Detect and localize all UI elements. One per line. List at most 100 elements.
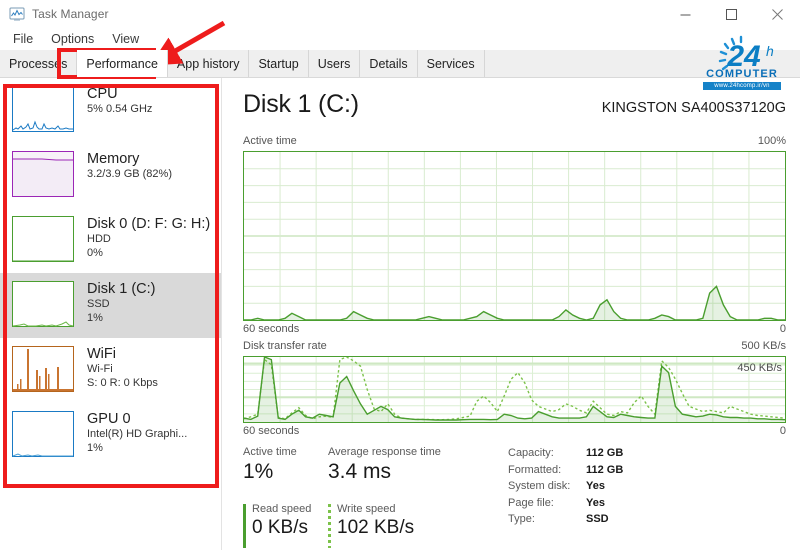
- tab-performance[interactable]: Performance: [77, 50, 168, 77]
- tab-app-history[interactable]: App history: [167, 50, 250, 77]
- disk1-mini-graph: [12, 281, 74, 327]
- sidebar-item-label: CPU: [87, 86, 118, 102]
- close-button[interactable]: [754, 0, 800, 28]
- sidebar-item-sub: Wi-Fi: [87, 363, 113, 375]
- transfer-rate-x-left: 60 seconds: [243, 425, 300, 437]
- sidebar-item-sub: HDD: [87, 233, 111, 245]
- sysinfo-key: Formatted:: [508, 463, 562, 476]
- resource-sidebar[interactable]: CPU 5% 0.54 GHz Memory 3.2/3.9 GB (82%): [0, 78, 222, 550]
- tab-users[interactable]: Users: [308, 50, 361, 77]
- sysinfo-key: Page file:: [508, 496, 554, 509]
- sysinfo-value: SSD: [586, 513, 609, 525]
- transfer-rate-chart: [243, 356, 786, 423]
- menu-item-options[interactable]: Options: [42, 32, 103, 46]
- sidebar-item-sub: Intel(R) HD Graphi...: [87, 428, 188, 440]
- sidebar-text-disk-1: Disk 1 (C:) SSD 1%: [87, 281, 155, 325]
- menu-bar: File Options View: [0, 28, 800, 50]
- stat-active-time-value: 1%: [243, 460, 274, 483]
- sidebar-item-label: WiFi: [87, 346, 116, 362]
- wifi-mini-graph: [12, 346, 74, 392]
- sidebar-item-label: GPU 0: [87, 411, 131, 427]
- menu-item-file[interactable]: File: [4, 32, 42, 46]
- tab-services[interactable]: Services: [417, 50, 485, 77]
- active-time-chart: [243, 151, 786, 321]
- window-controls: [662, 0, 800, 28]
- sysinfo-key: System disk:: [508, 480, 571, 492]
- stat-read-speed-label: Read speed: [252, 503, 312, 515]
- sysinfo-value: 112 GB: [586, 463, 624, 476]
- sysinfo-value: Yes: [586, 480, 605, 492]
- sidebar-item-label: Disk 1 (C:): [87, 281, 156, 297]
- stat-write-speed: Write speed 102 KB/s: [328, 502, 415, 548]
- active-time-chart-max: 100%: [757, 135, 786, 147]
- transfer-rate-x-right: 0: [779, 425, 786, 437]
- transfer-rate-inline-label: 450 KB/s: [737, 362, 782, 374]
- performance-page: CPU 5% 0.54 GHz Memory 3.2/3.9 GB (82%): [0, 78, 800, 550]
- sidebar-item-cpu[interactable]: CPU 5% 0.54 GHz: [0, 78, 221, 143]
- stat-response-time-label: Average response time: [328, 446, 441, 458]
- sidebar-item-memory[interactable]: Memory 3.2/3.9 GB (82%): [0, 143, 221, 208]
- disk-model: KINGSTON SA400S37120G: [601, 100, 786, 116]
- sysinfo-row: Type: SSD: [508, 511, 623, 528]
- disk-system-info: Capacity: 112 GB Formatted: 112 GB Syste…: [508, 445, 623, 528]
- stat-response-time: Average response time 3.4 ms: [328, 445, 441, 485]
- sidebar-item-disk-0[interactable]: Disk 0 (D: F: G: H:) HDD 0%: [0, 208, 221, 273]
- maximize-button[interactable]: [708, 0, 754, 28]
- sysinfo-row: Page file: Yes: [508, 495, 623, 512]
- sysinfo-row: System disk: Yes: [508, 478, 623, 495]
- disk0-mini-graph: [12, 216, 74, 262]
- sysinfo-key: Type:: [508, 513, 535, 525]
- sidebar-item-sub2: S: 0 R: 0 Kbps: [87, 376, 158, 389]
- sidebar-item-sub2: 1%: [87, 311, 103, 324]
- stat-active-time-label: Active time: [243, 446, 297, 458]
- sysinfo-key: Capacity:: [508, 447, 554, 459]
- minimize-button[interactable]: [662, 0, 708, 28]
- sysinfo-row: Capacity: 112 GB: [508, 445, 623, 462]
- sysinfo-value: Yes: [586, 496, 605, 509]
- sidebar-text-wifi: WiFi Wi-Fi S: 0 R: 0 Kbps: [87, 346, 158, 390]
- read-speed-legend-bar: [243, 504, 246, 548]
- sidebar-item-sub2: 0%: [87, 246, 103, 259]
- sidebar-item-sub: 3.2/3.9 GB (82%): [87, 168, 172, 180]
- stat-read-speed-value: 0 KB/s: [252, 517, 308, 538]
- sidebar-item-label: Disk 0 (D: F: G: H:): [87, 216, 211, 232]
- sidebar-item-label: Memory: [87, 151, 140, 167]
- transfer-rate-chart-max: 500 KB/s: [741, 340, 786, 352]
- tab-details[interactable]: Details: [360, 50, 418, 77]
- task-manager-window: Task Manager File Options View Processes…: [0, 0, 800, 550]
- detail-header: Disk 1 (C:) KINGSTON SA400S37120G: [243, 90, 786, 119]
- tab-startup[interactable]: Startup: [249, 50, 309, 77]
- title-bar: Task Manager: [0, 0, 800, 28]
- sysinfo-value: 112 GB: [586, 447, 624, 459]
- menu-item-view[interactable]: View: [103, 32, 148, 46]
- window-title: Task Manager: [32, 7, 109, 21]
- sidebar-text-gpu-0: GPU 0 Intel(R) HD Graphi... 1%: [87, 411, 187, 455]
- detail-pane: Disk 1 (C:) KINGSTON SA400S37120G Active…: [223, 78, 800, 550]
- active-time-chart-footer: 60 seconds 0: [243, 323, 786, 335]
- active-time-chart-title: Active time: [243, 135, 297, 147]
- stat-read-speed: Read speed 0 KB/s: [243, 502, 312, 548]
- sidebar-item-sub: 5% 0.54 GHz: [87, 103, 153, 115]
- write-speed-legend-bar: [328, 504, 331, 548]
- sidebar-item-disk-1[interactable]: Disk 1 (C:) SSD 1%: [0, 273, 221, 338]
- gpu0-mini-graph: [12, 411, 74, 457]
- active-time-x-right: 0: [779, 323, 786, 335]
- sidebar-item-wifi[interactable]: WiFi Wi-Fi S: 0 R: 0 Kbps: [0, 338, 221, 403]
- tab-processes[interactable]: Processes: [0, 50, 78, 77]
- cpu-mini-graph: [12, 86, 74, 132]
- stat-write-speed-label: Write speed: [337, 503, 396, 515]
- tab-strip: Processes Performance App history Startu…: [0, 50, 800, 78]
- stat-active-time: Active time 1%: [243, 445, 297, 485]
- stat-write-speed-value: 102 KB/s: [337, 517, 415, 538]
- transfer-rate-chart-labels: Disk transfer rate 500 KB/s: [243, 340, 786, 352]
- active-time-chart-labels: Active time 100%: [243, 135, 786, 147]
- transfer-rate-chart-title: Disk transfer rate: [243, 340, 327, 352]
- sysinfo-row: Formatted: 112 GB: [508, 462, 623, 479]
- memory-mini-graph: [12, 151, 74, 197]
- sidebar-item-gpu-0[interactable]: GPU 0 Intel(R) HD Graphi... 1%: [0, 403, 221, 468]
- transfer-rate-chart-footer: 60 seconds 0: [243, 425, 786, 437]
- sidebar-text-cpu: CPU 5% 0.54 GHz: [87, 86, 152, 117]
- sidebar-item-sub2: 1%: [87, 441, 103, 454]
- sidebar-item-sub: SSD: [87, 298, 110, 310]
- stat-response-time-value: 3.4 ms: [328, 460, 392, 483]
